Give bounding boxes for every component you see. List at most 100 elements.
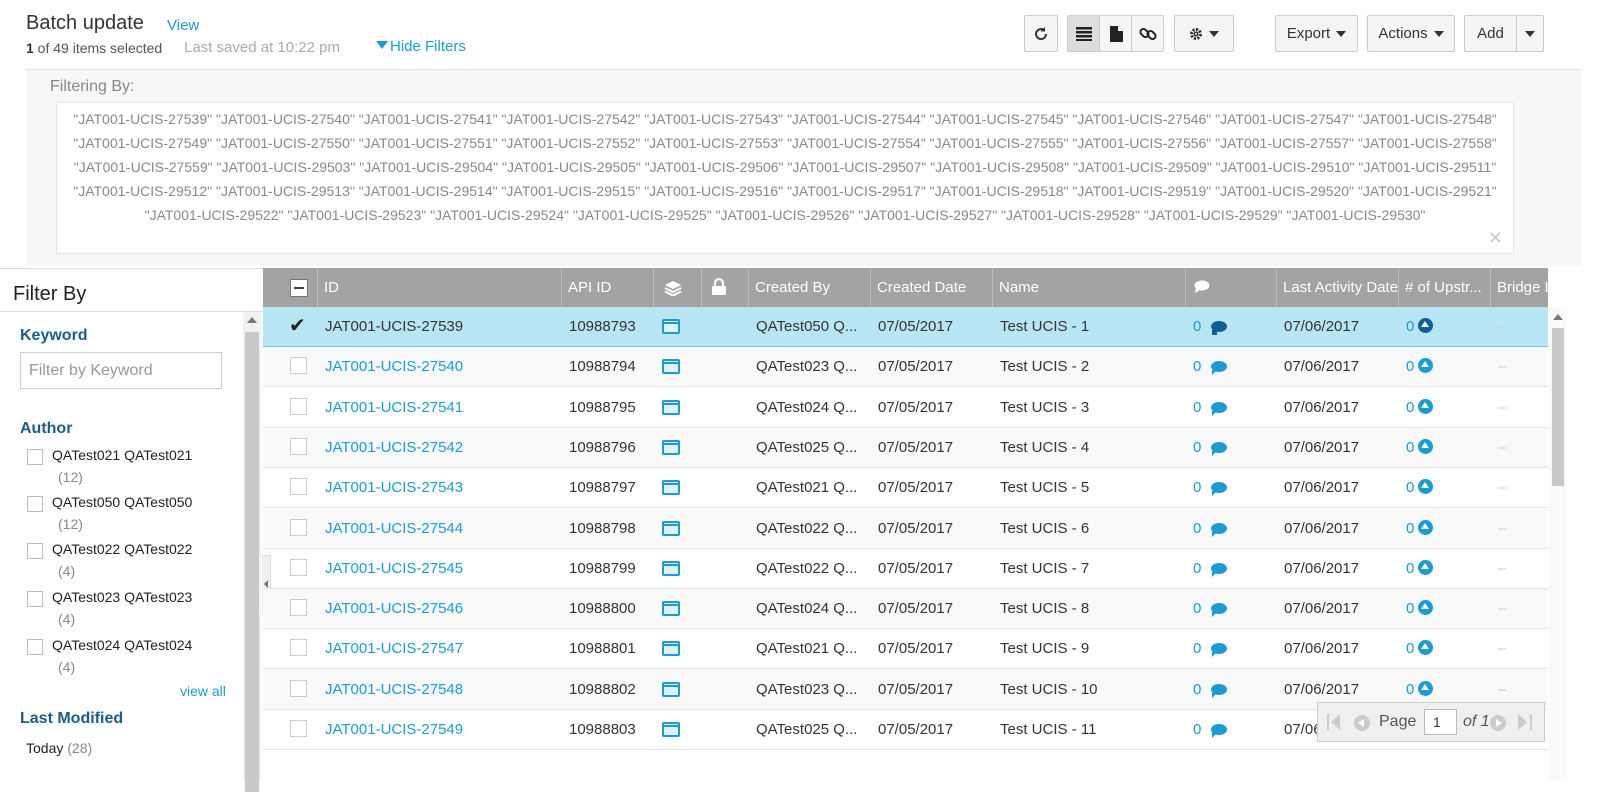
table-row[interactable]: JAT001-UCIS-27547 10988801 QATest021 Q... 0… [263, 629, 1548, 670]
arrow-up-circle-icon[interactable] [1418, 438, 1434, 454]
upstream-count[interactable]: 0 [1406, 520, 1414, 537]
add-dropdown-button[interactable] [1516, 15, 1544, 52]
table-row[interactable]: JAT001-UCIS-27540 10988794 QATest023 Q... 0… [263, 347, 1548, 388]
arrow-up-circle-icon[interactable] [1418, 680, 1434, 696]
keyword-input[interactable] [20, 352, 222, 389]
comment-count[interactable]: 0 [1193, 640, 1201, 657]
comment-count[interactable]: 0 [1193, 479, 1201, 496]
row-checkbox[interactable] [290, 437, 307, 455]
links-view-button[interactable] [1131, 15, 1164, 52]
view-all-authors-link[interactable]: view all [180, 683, 226, 699]
upstream-count[interactable]: 0 [1406, 600, 1414, 617]
upstream-cell[interactable]: 0 [1406, 307, 1434, 347]
close-icon[interactable]: ✕ [1488, 229, 1503, 247]
upstream-cell[interactable]: 0 [1406, 347, 1434, 387]
next-page-icon[interactable] [1490, 715, 1506, 731]
column-header-id[interactable]: ID [318, 268, 562, 307]
grid-scrollbar[interactable] [1549, 308, 1567, 780]
upstream-cell[interactable]: 0 [1406, 468, 1434, 508]
comments-cell[interactable]: 0 [1193, 388, 1228, 428]
refresh-button[interactable] [1024, 15, 1058, 52]
author-checkbox[interactable] [27, 496, 43, 512]
list-view-button[interactable] [1067, 15, 1100, 52]
row-checkbox[interactable] [290, 558, 307, 576]
comment-count[interactable]: 0 [1193, 358, 1201, 375]
comment-count[interactable]: 0 [1193, 721, 1201, 738]
scroll-up-icon[interactable] [1553, 314, 1563, 320]
author-checkbox[interactable] [27, 449, 43, 465]
table-row[interactable]: JAT001-UCIS-27543 10988797 QATest021 Q... 0… [263, 468, 1548, 509]
comments-cell[interactable]: 0 [1193, 428, 1228, 468]
item-id-link[interactable]: JAT001-UCIS-27544 [325, 509, 463, 549]
arrow-up-circle-icon[interactable] [1418, 600, 1434, 616]
arrow-up-circle-icon[interactable] [1418, 479, 1434, 495]
row-checkbox[interactable] [290, 478, 307, 496]
comment-count[interactable]: 0 [1193, 520, 1201, 537]
comment-count[interactable]: 0 [1193, 439, 1201, 456]
comment-icon[interactable] [1211, 361, 1228, 376]
column-header-created-by[interactable]: Created By [749, 268, 871, 307]
author-checkbox[interactable] [27, 591, 43, 607]
comments-cell[interactable]: 0 [1193, 629, 1228, 669]
comment-icon[interactable] [1211, 683, 1228, 698]
row-checkbox[interactable] [290, 518, 307, 536]
arrow-up-circle-icon[interactable] [1418, 358, 1434, 374]
page-number-input[interactable] [1424, 709, 1457, 735]
table-row[interactable]: ✔ JAT001-UCIS-27539 10988793 QATest050 Q...… [263, 307, 1548, 347]
upstream-count[interactable]: 0 [1406, 479, 1414, 496]
upstream-cell[interactable]: 0 [1406, 589, 1434, 629]
upstream-cell[interactable]: 0 [1406, 549, 1434, 589]
upstream-cell[interactable]: 0 [1406, 509, 1434, 549]
comment-icon[interactable] [1211, 603, 1228, 618]
arrow-up-circle-icon[interactable] [1418, 640, 1434, 656]
upstream-cell[interactable]: 0 [1406, 428, 1434, 468]
item-id-link[interactable]: JAT001-UCIS-27549 [325, 710, 463, 750]
view-link[interactable]: View [167, 17, 199, 34]
column-header-bridge[interactable]: Bridge I [1491, 268, 1548, 307]
item-id-link[interactable]: JAT001-UCIS-27543 [325, 468, 463, 508]
author-checkbox[interactable] [27, 543, 43, 559]
arrow-up-circle-icon[interactable] [1418, 559, 1434, 575]
comments-cell[interactable]: 0 [1193, 509, 1228, 549]
document-view-button[interactable] [1099, 15, 1132, 52]
add-button[interactable]: Add [1464, 15, 1517, 52]
upstream-count[interactable]: 0 [1406, 439, 1414, 456]
actions-button[interactable]: Actions [1367, 15, 1455, 52]
comments-cell[interactable]: 0 [1193, 670, 1228, 710]
comments-cell[interactable]: 0 [1193, 307, 1228, 347]
comments-cell[interactable]: 0 [1193, 549, 1228, 589]
comment-count[interactable]: 0 [1193, 560, 1201, 577]
column-header-comments[interactable] [1186, 268, 1277, 307]
comment-icon[interactable] [1211, 522, 1228, 537]
upstream-cell[interactable]: 0 [1406, 629, 1434, 669]
row-checkbox[interactable] [290, 679, 307, 697]
upstream-count[interactable]: 0 [1406, 318, 1414, 335]
item-id-link[interactable]: JAT001-UCIS-27542 [325, 428, 463, 468]
row-checkbox[interactable] [290, 720, 307, 737]
comment-count[interactable]: 0 [1193, 318, 1201, 335]
comment-icon[interactable] [1211, 401, 1228, 416]
table-row[interactable]: JAT001-UCIS-27544 10988798 QATest022 Q... 0… [263, 508, 1548, 549]
row-checkbox[interactable] [290, 397, 307, 415]
upstream-count[interactable]: 0 [1406, 399, 1414, 416]
author-checkbox[interactable] [27, 639, 43, 655]
item-id-link[interactable]: JAT001-UCIS-27541 [325, 388, 463, 428]
scrollbar-thumb[interactable] [245, 332, 259, 792]
item-id-link[interactable]: JAT001-UCIS-27539 [325, 307, 463, 347]
select-all-checkbox[interactable] [290, 279, 308, 297]
first-page-icon[interactable] [1327, 714, 1341, 730]
row-checkbox[interactable] [290, 357, 307, 375]
comment-icon[interactable] [1211, 482, 1228, 497]
comment-icon[interactable] [1211, 724, 1228, 738]
row-checkbox[interactable] [290, 639, 307, 657]
comment-icon[interactable] [1211, 643, 1228, 658]
upstream-count[interactable]: 0 [1406, 560, 1414, 577]
hide-filters-link[interactable]: Hide Filters [376, 38, 466, 55]
upstream-count[interactable]: 0 [1406, 640, 1414, 657]
last-page-icon[interactable] [1518, 714, 1532, 730]
comments-cell[interactable]: 0 [1193, 710, 1228, 750]
comments-cell[interactable]: 0 [1193, 347, 1228, 387]
item-id-link[interactable]: JAT001-UCIS-27546 [325, 589, 463, 629]
upstream-cell[interactable]: 0 [1406, 388, 1434, 428]
row-checkbox[interactable] [290, 599, 307, 617]
